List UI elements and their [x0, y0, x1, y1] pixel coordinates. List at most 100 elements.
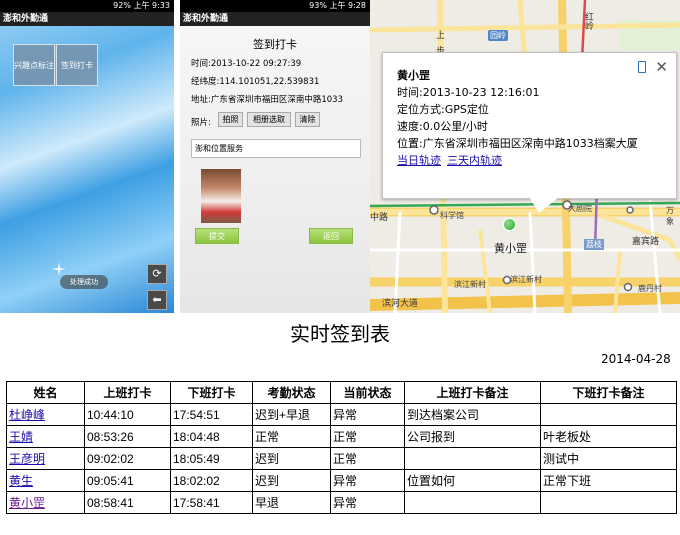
- phone-icon[interactable]: [638, 61, 646, 73]
- current-status-cell: 正常: [330, 425, 405, 448]
- refresh-icon: ⟳: [152, 267, 162, 280]
- column-header: 当前状态: [330, 381, 405, 404]
- phone-screen-checkin: 93% 上午 9:28 澎和外勤通 签到打卡 时间:2013-10-22 09:…: [180, 0, 370, 313]
- checkin-time: 时间:2013-10-22 09:27:39: [191, 59, 302, 69]
- map-label: 上: [436, 31, 446, 41]
- checkin-tile[interactable]: 签到打卡: [56, 44, 98, 86]
- checkin-time-cell: 10:44:10: [84, 403, 171, 426]
- checkout-time-cell: 18:02:02: [170, 469, 253, 492]
- close-icon[interactable]: ✕: [655, 59, 668, 76]
- current-status-cell: 异常: [330, 491, 405, 514]
- checkout-note-cell: 正常下班: [540, 469, 677, 492]
- clear-button[interactable]: 清除: [295, 112, 320, 127]
- refresh-button[interactable]: ⟳: [147, 264, 167, 284]
- attendance-status-cell: 迟到+早退: [252, 403, 331, 426]
- popup-speed: 速度:0.0公里/小时: [397, 120, 488, 133]
- checkout-note-cell: 叶老板处: [540, 425, 677, 448]
- take-photo-button[interactable]: 拍照: [218, 112, 243, 127]
- checkin-time-cell: 09:02:02: [84, 447, 171, 470]
- checkin-note-cell: 位置如何: [404, 469, 541, 492]
- column-header: 下班打卡备注: [540, 381, 677, 404]
- table-row: 王彦明 09:02:02 18:05:49 迟到 正常 测试中: [6, 447, 677, 470]
- checkout-time-cell: 18:04:48: [170, 425, 253, 448]
- table-header-row: 姓名 上班打卡 下班打卡 考勤状态 当前状态 上班打卡备注 下班打卡备注: [6, 381, 677, 404]
- checkin-time-cell: 09:05:41: [84, 469, 171, 492]
- today-track-link[interactable]: 当日轨迹: [397, 154, 441, 167]
- employee-name-link[interactable]: 王婧: [9, 430, 33, 444]
- back-icon: ⬅: [152, 293, 162, 306]
- app-title: 澎和外勤通: [180, 12, 370, 26]
- map-label: 滨江新村: [454, 280, 486, 289]
- map-label: 滨江新村: [510, 275, 542, 284]
- current-status-cell: 异常: [330, 469, 405, 492]
- map-station-label: 园岭: [488, 30, 508, 41]
- employee-name-link[interactable]: 黄生: [9, 474, 33, 488]
- status-bar: 93% 上午 9:28: [180, 0, 370, 12]
- checkin-note-cell: [404, 491, 541, 514]
- checkout-note-cell: 测试中: [540, 447, 677, 470]
- status-bar: 92% 上午 9:33: [0, 0, 174, 12]
- checkin-note-cell: [404, 447, 541, 470]
- location-marker-icon[interactable]: [503, 218, 516, 231]
- poi-annotation-tile[interactable]: 兴趣点标注: [13, 44, 55, 86]
- status-text: 92% 上午 9:33: [113, 1, 170, 10]
- attendance-status-cell: 迟到: [252, 447, 331, 470]
- checkin-address: 地址:广东省深圳市福田区深南中路1033: [191, 95, 343, 105]
- current-status-cell: 正常: [330, 447, 405, 470]
- checkout-note-cell: [540, 403, 677, 426]
- map-label: 科学馆: [440, 211, 464, 220]
- map-label: 中路: [370, 213, 389, 223]
- album-select-button[interactable]: 相册选取: [247, 112, 291, 127]
- column-header: 上班打卡: [84, 381, 171, 404]
- popup-time: 时间:2013-10-23 12:16:01: [397, 86, 540, 99]
- attendance-table: 姓名 上班打卡 下班打卡 考勤状态 当前状态 上班打卡备注 下班打卡备注 杜峥峰…: [6, 381, 677, 514]
- column-header: 考勤状态: [252, 381, 331, 404]
- table-row: 杜峥峰 10:44:10 17:54:51 迟到+早退 异常 到达档案公司: [6, 403, 677, 426]
- page-title: 签到打卡: [253, 38, 297, 51]
- employee-name-link[interactable]: 王彦明: [9, 452, 45, 466]
- photo-label: 照片:: [191, 118, 211, 128]
- map-view[interactable]: 上 步 红岭 园岭 中路 科学馆 大剧院 万象 荔枝 嘉宾路 滨江新村 滨江新村…: [370, 0, 680, 313]
- attendance-status-cell: 早退: [252, 491, 331, 514]
- table-row: 黄生 09:05:41 18:02:02 迟到 异常 位置如何 正常下班: [6, 469, 677, 492]
- current-status-cell: 异常: [330, 403, 405, 426]
- checkin-note-cell: 到达档案公司: [404, 403, 541, 426]
- success-toast: 处理成功: [60, 275, 108, 289]
- map-label: 嘉宾路: [632, 237, 660, 247]
- report-title: 实时签到表: [290, 322, 390, 346]
- table-row: 王婧 08:53:26 18:04:48 正常 正常 公司报到 叶老板处: [6, 425, 677, 448]
- app-title: 澎和外勤通: [0, 12, 174, 26]
- table-row: 黄小罡 08:58:41 17:58:41 早退 异常: [6, 491, 677, 514]
- status-text: 93% 上午 9:28: [309, 1, 366, 10]
- attendance-status-cell: 正常: [252, 425, 331, 448]
- submit-button[interactable]: 提交: [195, 228, 239, 244]
- map-station-label: 荔枝: [584, 239, 604, 250]
- column-header: 上班打卡备注: [404, 381, 541, 404]
- checkout-time-cell: 18:05:49: [170, 447, 253, 470]
- employee-name-link[interactable]: 黄小罡: [9, 496, 45, 510]
- popup-method: 定位方式:GPS定位: [397, 103, 489, 116]
- return-button[interactable]: 返回: [309, 228, 353, 244]
- column-header: 姓名: [6, 381, 85, 404]
- checkout-note-cell: [540, 491, 677, 514]
- marker-label: 黄小罡: [494, 242, 527, 255]
- three-day-track-link[interactable]: 三天内轨迹: [447, 154, 502, 167]
- location-info-popup: ✕ 黄小罡 时间:2013-10-23 12:16:01 定位方式:GPS定位 …: [382, 52, 677, 199]
- popup-person-name: 黄小罡: [397, 69, 430, 82]
- checkin-time-cell: 08:58:41: [84, 491, 171, 514]
- location-input[interactable]: 澎和位置服务: [191, 139, 361, 158]
- checkout-time-cell: 17:54:51: [170, 403, 253, 426]
- photo-thumbnail[interactable]: [201, 169, 241, 223]
- sparkle-icon: [52, 262, 66, 276]
- back-button[interactable]: ⬅: [147, 290, 167, 310]
- checkin-note-cell: 公司报到: [404, 425, 541, 448]
- report-date: 2014-04-28: [601, 352, 671, 366]
- map-label: 大剧院: [568, 204, 592, 213]
- checkout-time-cell: 17:58:41: [170, 491, 253, 514]
- column-header: 下班打卡: [170, 381, 253, 404]
- map-label: 万象: [666, 206, 674, 226]
- map-label: 鹿丹村: [638, 284, 662, 293]
- popup-pointer: [529, 197, 559, 213]
- popup-position: 位置:广东省深圳市福田区深南中路1033档案大厦: [397, 137, 638, 150]
- employee-name-link[interactable]: 杜峥峰: [9, 408, 45, 422]
